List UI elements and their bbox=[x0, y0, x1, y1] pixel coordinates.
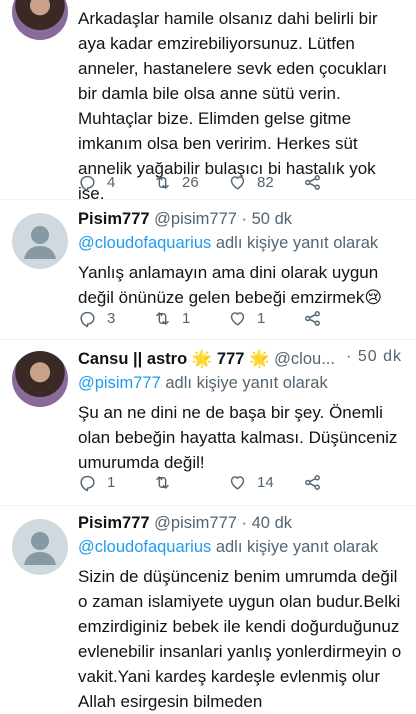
avatar[interactable] bbox=[12, 213, 68, 269]
avatar[interactable] bbox=[12, 351, 68, 407]
share-icon bbox=[305, 174, 320, 190]
tweet-4[interactable]: Pisim777 @pisim777 · 40 dk @cloudofaquar… bbox=[0, 506, 416, 711]
retweet-icon bbox=[156, 175, 169, 189]
retweet-button[interactable]: 1 bbox=[153, 306, 228, 330]
reply-context: @pisim777 adlı kişiye yanıt olarak bbox=[78, 372, 402, 394]
default-avatar-icon bbox=[24, 532, 56, 565]
tweet-1[interactable]: Arkadaşlar hamile olsanız dahi belirli b… bbox=[0, 0, 416, 203]
retweet-button[interactable]: 26 bbox=[153, 170, 228, 194]
star-emoji: 🌟 bbox=[249, 350, 270, 368]
reply-context-label: adlı kişiye yanıt olarak bbox=[160, 374, 328, 392]
mention-link[interactable]: @cloudofaquarius bbox=[78, 234, 211, 252]
reply-count: 4 bbox=[107, 173, 116, 191]
reply-count: 3 bbox=[107, 309, 116, 327]
display-name[interactable]: Cansu || astro bbox=[78, 350, 187, 368]
heart-icon bbox=[230, 311, 245, 326]
tweet-header: Pisim777 @pisim777 · 40 dk bbox=[78, 512, 402, 534]
tweet-3[interactable]: Cansu || astro 🌟 777 🌟 @clou... @pisim77… bbox=[0, 340, 416, 506]
reply-button[interactable]: 4 bbox=[78, 170, 153, 194]
user-handle[interactable]: @clou... bbox=[274, 350, 335, 368]
retweet-count: 26 bbox=[182, 173, 199, 191]
heart-icon bbox=[230, 175, 245, 190]
user-handle[interactable]: @pisim777 bbox=[154, 210, 237, 228]
display-name[interactable]: Pisim777 bbox=[78, 210, 150, 228]
retweet-button[interactable] bbox=[153, 470, 228, 494]
mention-link[interactable]: @pisim777 bbox=[78, 374, 161, 392]
reply-icon bbox=[80, 475, 95, 491]
like-button[interactable]: 82 bbox=[228, 170, 303, 194]
display-name[interactable]: Pisim777 bbox=[78, 514, 150, 532]
like-button[interactable]: 1 bbox=[228, 306, 303, 330]
share-button[interactable] bbox=[303, 170, 378, 194]
share-button[interactable] bbox=[303, 306, 378, 330]
timestamp[interactable]: · 50 dk bbox=[242, 210, 292, 228]
avatar[interactable] bbox=[12, 0, 68, 40]
reply-context-label: adlı kişiye yanıt olarak bbox=[211, 234, 379, 252]
like-count: 82 bbox=[257, 173, 274, 191]
display-name-number: 777 bbox=[212, 350, 250, 368]
like-count: 14 bbox=[257, 473, 274, 491]
retweet-icon bbox=[156, 475, 169, 489]
reply-button[interactable]: 3 bbox=[78, 306, 153, 330]
share-icon bbox=[305, 310, 320, 326]
heart-icon bbox=[230, 475, 245, 490]
default-avatar-icon bbox=[24, 226, 56, 259]
star-emoji: 🌟 bbox=[191, 350, 213, 368]
share-button[interactable] bbox=[303, 470, 378, 494]
reply-context: @cloudofaquarius adlı kişiye yanıt olara… bbox=[78, 536, 402, 558]
reply-context: @cloudofaquarius adlı kişiye yanıt olara… bbox=[78, 232, 402, 254]
reply-icon bbox=[80, 175, 95, 191]
reply-context-label: adlı kişiye yanıt olarak bbox=[211, 538, 379, 556]
tweet-header: Pisim777 @pisim777 · 50 dk bbox=[78, 208, 402, 230]
tweet-text: Sizin de düşünceniz benim umrumda değil … bbox=[78, 567, 402, 711]
retweet-count: 1 bbox=[182, 309, 191, 327]
like-count: 1 bbox=[257, 309, 266, 327]
user-handle[interactable]: @pisim777 bbox=[154, 514, 237, 532]
timestamp[interactable]: · 50 dk bbox=[346, 348, 402, 366]
timestamp[interactable]: · 40 dk bbox=[242, 514, 292, 532]
tweet-2[interactable]: Pisim777 @pisim777 · 50 dk @cloudofaquar… bbox=[0, 200, 416, 340]
tweet-text: Yanlış anlamayın ama dini olarak uygun d… bbox=[78, 263, 383, 307]
reply-icon bbox=[80, 311, 95, 327]
retweet-icon bbox=[156, 311, 169, 325]
share-icon bbox=[305, 474, 320, 490]
like-button[interactable]: 14 bbox=[228, 470, 303, 494]
reply-count: 1 bbox=[107, 473, 116, 491]
reply-button[interactable]: 1 bbox=[78, 470, 153, 494]
tweet-text: Şu an ne dini ne de başa bir şey. Önemli… bbox=[78, 403, 398, 472]
mention-link[interactable]: @cloudofaquarius bbox=[78, 538, 211, 556]
avatar[interactable] bbox=[12, 519, 68, 575]
